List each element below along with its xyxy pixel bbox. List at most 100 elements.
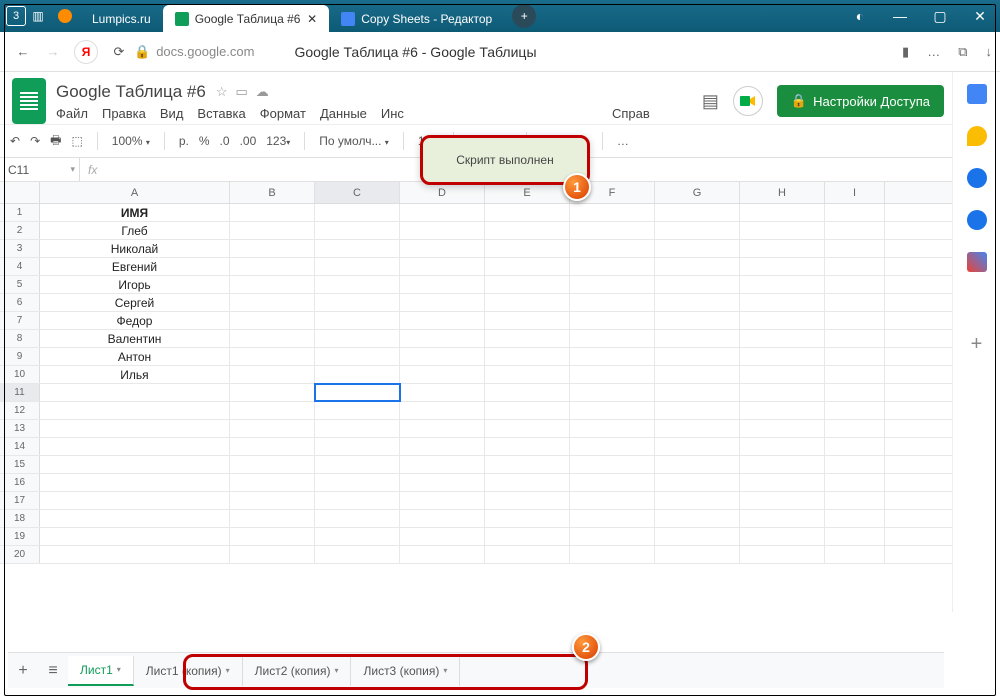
browser-tab-2[interactable]: Google Таблица #6 ✕ [163, 5, 330, 32]
cell-E6[interactable] [485, 294, 570, 311]
add-addon-button[interactable]: + [967, 334, 987, 354]
cell-B17[interactable] [230, 492, 315, 509]
cell-D14[interactable] [400, 438, 485, 455]
cell-A8[interactable]: Валентин [40, 330, 230, 347]
all-sheets-button[interactable]: ≡ [38, 662, 68, 680]
col-header-E[interactable]: E [485, 182, 570, 203]
cell-I10[interactable] [825, 366, 885, 383]
name-box[interactable]: C11▾ [0, 158, 80, 181]
cell-G17[interactable] [655, 492, 740, 509]
cell-G5[interactable] [655, 276, 740, 293]
cell-D4[interactable] [400, 258, 485, 275]
cell-B19[interactable] [230, 528, 315, 545]
increase-decimal-button[interactable]: .00 [240, 134, 257, 148]
comments-icon[interactable]: ▤ [702, 91, 719, 112]
cell-G1[interactable] [655, 204, 740, 221]
decrease-decimal-button[interactable]: .0 [220, 134, 230, 148]
col-header-H[interactable]: H [740, 182, 825, 203]
cell-E3[interactable] [485, 240, 570, 257]
move-folder-icon[interactable]: ▭ [236, 84, 248, 100]
col-header-I[interactable]: I [825, 182, 885, 203]
cell-I9[interactable] [825, 348, 885, 365]
cell-A18[interactable] [40, 510, 230, 527]
cell-A16[interactable] [40, 474, 230, 491]
cell-D15[interactable] [400, 456, 485, 473]
cell-D6[interactable] [400, 294, 485, 311]
cell-A1[interactable]: ИМЯ [40, 204, 230, 221]
cell-H12[interactable] [740, 402, 825, 419]
cell-C5[interactable] [315, 276, 400, 293]
cell-G18[interactable] [655, 510, 740, 527]
cell-E13[interactable] [485, 420, 570, 437]
row-header-9[interactable]: 9 [0, 348, 40, 365]
cell-D3[interactable] [400, 240, 485, 257]
cell-D13[interactable] [400, 420, 485, 437]
cell-E20[interactable] [485, 546, 570, 563]
cell-C4[interactable] [315, 258, 400, 275]
cell-D18[interactable] [400, 510, 485, 527]
cell-F10[interactable] [570, 366, 655, 383]
cell-E14[interactable] [485, 438, 570, 455]
document-title[interactable]: Google Таблица #6 [56, 82, 206, 102]
cell-E9[interactable] [485, 348, 570, 365]
cell-B8[interactable] [230, 330, 315, 347]
cell-I16[interactable] [825, 474, 885, 491]
cell-A12[interactable] [40, 402, 230, 419]
back-button[interactable]: ← [8, 37, 38, 67]
home-tab-icon[interactable]: 3 [6, 6, 26, 26]
cell-B18[interactable] [230, 510, 315, 527]
cell-G10[interactable] [655, 366, 740, 383]
cloud-status-icon[interactable]: ☁ [256, 84, 269, 100]
cell-I17[interactable] [825, 492, 885, 509]
cell-I5[interactable] [825, 276, 885, 293]
cell-C12[interactable] [315, 402, 400, 419]
format-number-button[interactable]: 123▾ [266, 134, 290, 148]
sheets-logo-icon[interactable] [12, 78, 46, 124]
cell-H9[interactable] [740, 348, 825, 365]
cell-F11[interactable] [570, 384, 655, 401]
row-header-20[interactable]: 20 [0, 546, 40, 563]
cell-A17[interactable] [40, 492, 230, 509]
cell-F5[interactable] [570, 276, 655, 293]
percent-button[interactable]: % [199, 134, 210, 148]
cell-E1[interactable] [485, 204, 570, 221]
contacts-icon[interactable] [967, 210, 987, 230]
yandex-icon[interactable]: Я [74, 40, 98, 64]
col-header-A[interactable]: A [40, 182, 230, 203]
cell-F20[interactable] [570, 546, 655, 563]
cell-H19[interactable] [740, 528, 825, 545]
cell-C6[interactable] [315, 294, 400, 311]
sheet-tab-3[interactable]: Лист3 (копия) ▾ [351, 656, 460, 686]
cell-G16[interactable] [655, 474, 740, 491]
cell-G11[interactable] [655, 384, 740, 401]
cell-C18[interactable] [315, 510, 400, 527]
cell-H20[interactable] [740, 546, 825, 563]
cell-D12[interactable] [400, 402, 485, 419]
cell-I4[interactable] [825, 258, 885, 275]
cell-E7[interactable] [485, 312, 570, 329]
close-window-button[interactable]: ✕ [960, 0, 1000, 32]
cell-E12[interactable] [485, 402, 570, 419]
cell-G3[interactable] [655, 240, 740, 257]
cell-D11[interactable] [400, 384, 485, 401]
cell-C7[interactable] [315, 312, 400, 329]
cell-C2[interactable] [315, 222, 400, 239]
redo-button[interactable]: ↷ [30, 134, 40, 148]
maps-icon[interactable] [967, 252, 987, 272]
cell-I12[interactable] [825, 402, 885, 419]
cell-F6[interactable] [570, 294, 655, 311]
cell-E2[interactable] [485, 222, 570, 239]
row-header-1[interactable]: 1 [0, 204, 40, 221]
close-tab-icon[interactable]: ✕ [307, 12, 317, 26]
cell-H6[interactable] [740, 294, 825, 311]
cell-D5[interactable] [400, 276, 485, 293]
cell-B6[interactable] [230, 294, 315, 311]
cell-B7[interactable] [230, 312, 315, 329]
cell-H18[interactable] [740, 510, 825, 527]
new-tab-button[interactable]: + [512, 4, 536, 28]
cell-C20[interactable] [315, 546, 400, 563]
row-header-11[interactable]: 11 [0, 384, 40, 401]
cell-G2[interactable] [655, 222, 740, 239]
cell-A13[interactable] [40, 420, 230, 437]
row-header-17[interactable]: 17 [0, 492, 40, 509]
